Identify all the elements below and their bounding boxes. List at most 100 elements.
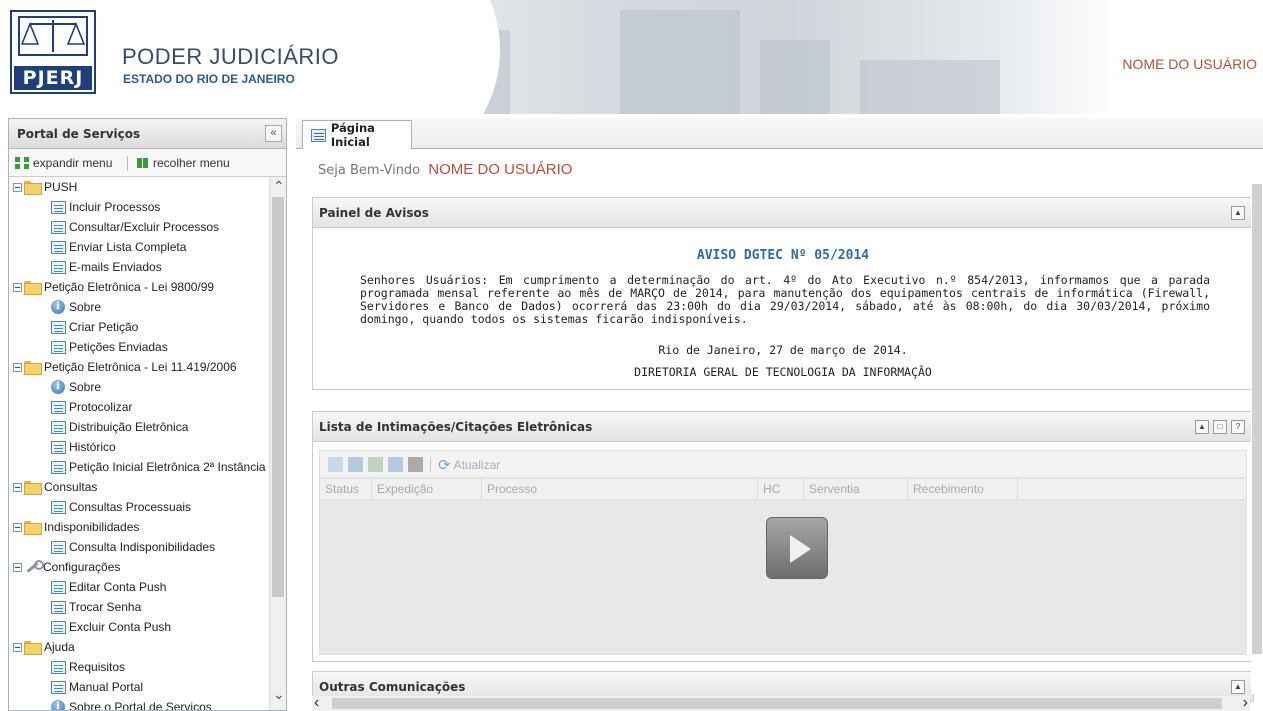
- tree-group[interactable]: Petição Eletrônica - Lei 11.419/2006: [13, 357, 237, 377]
- collapse-summons-button[interactable]: ▲: [1195, 420, 1209, 434]
- tree-item[interactable]: Histórico: [51, 437, 116, 457]
- folder-icon: [24, 361, 42, 375]
- folder-icon: [24, 641, 42, 655]
- maximize-summons-button[interactable]: □: [1213, 420, 1227, 434]
- folder-icon: [24, 481, 42, 495]
- collapse-node-icon[interactable]: [13, 562, 22, 572]
- column-expedicao[interactable]: Expedição: [372, 479, 482, 499]
- tree-item-label: Requisitos: [69, 660, 126, 674]
- tree-item[interactable]: Protocolizar: [51, 397, 132, 417]
- tree-item[interactable]: Trocar Senha: [51, 597, 141, 617]
- tree-item[interactable]: Petições Enviadas: [51, 337, 168, 357]
- tree-item-label: Petições Enviadas: [69, 340, 168, 354]
- collapse-notices-button[interactable]: ▲: [1231, 206, 1245, 220]
- column-processo[interactable]: Processo: [482, 479, 758, 499]
- tree-item[interactable]: i Sobre: [51, 377, 101, 397]
- horizontal-scrollbar-thumb[interactable]: [332, 698, 1222, 709]
- main-content: Página Inicial Seja Bem-Vindo NOME DO US…: [296, 118, 1263, 711]
- tab-home[interactable]: Página Inicial: [302, 120, 412, 149]
- tree-item[interactable]: Manual Portal: [51, 677, 143, 697]
- tree-scrollbar[interactable]: ⌃ ⌄: [269, 177, 286, 710]
- tree-item[interactable]: Excluir Conta Push: [51, 617, 171, 637]
- play-button-icon[interactable]: [766, 517, 828, 579]
- notice-place-date: Rio de Janeiro, 27 de março de 2014.: [658, 343, 908, 357]
- document-icon: [51, 200, 66, 214]
- notices-panel-header: Painel de Avisos ▲: [313, 198, 1253, 228]
- column-status[interactable]: Status: [320, 479, 372, 499]
- tree-item[interactable]: Consultar/Excluir Processos: [51, 217, 219, 237]
- tree-item[interactable]: Incluir Processos: [51, 197, 160, 217]
- collapse-panel-button[interactable]: «: [265, 125, 282, 142]
- tree-group[interactable]: Petição Eletrônica - Lei 9800/99: [13, 277, 214, 297]
- new-document-icon[interactable]: [328, 457, 343, 472]
- tree-item[interactable]: Requisitos: [51, 657, 125, 677]
- mail-check-icon[interactable]: [368, 457, 383, 472]
- horizontal-scrollbar[interactable]: ‹ ›: [312, 694, 1250, 711]
- toolbar-divider: [430, 457, 431, 472]
- user-name-link[interactable]: NOME DO USUÁRIO: [1122, 56, 1257, 72]
- collapse-node-icon[interactable]: [13, 642, 22, 652]
- open-book-icon[interactable]: [348, 457, 363, 472]
- scroll-up-arrow-icon[interactable]: ⌃: [273, 179, 285, 193]
- tree-item[interactable]: Consultas Processuais: [51, 497, 191, 517]
- collapse-other-communications-button[interactable]: ▲: [1231, 680, 1245, 694]
- pjerj-logo[interactable]: PJERJ: [10, 10, 96, 94]
- tree-item[interactable]: Editar Conta Push: [51, 577, 166, 597]
- page-icon: [311, 128, 326, 142]
- tree-group[interactable]: PUSH: [13, 177, 77, 197]
- tree-group[interactable]: Indisponibilidades: [13, 517, 139, 537]
- binoculars-icon[interactable]: [408, 457, 423, 472]
- collapse-node-icon[interactable]: [13, 482, 22, 492]
- expand-menu-label: expandir menu: [33, 156, 113, 170]
- tree-group[interactable]: Consultas: [13, 477, 97, 497]
- scroll-right-arrow-icon[interactable]: ›: [1243, 694, 1248, 711]
- tree-item[interactable]: i Sobre: [51, 297, 101, 317]
- tree-item[interactable]: Criar Petição: [51, 317, 138, 337]
- tree-item[interactable]: E-mails Enviados: [51, 257, 162, 277]
- tree-item[interactable]: Consulta Indisponibilidades: [51, 537, 215, 557]
- notice-signature: DIRETORIA GERAL DE TECNOLOGIA DA INFORMA…: [634, 365, 932, 379]
- scroll-left-arrow-icon[interactable]: ‹: [314, 694, 319, 711]
- collapse-node-icon[interactable]: [13, 282, 22, 292]
- document-icon: [51, 240, 66, 254]
- tree-item-label: Distribuição Eletrônica: [69, 420, 189, 434]
- column-serventia[interactable]: Serventia: [804, 479, 908, 499]
- document-icon: [51, 500, 66, 514]
- collapse-node-icon[interactable]: [13, 362, 22, 372]
- collapse-node-icon[interactable]: [13, 522, 22, 532]
- tree-item[interactable]: i Sobre o Portal de Serviços: [51, 697, 212, 711]
- expand-menu-button[interactable]: expandir menu: [15, 156, 112, 170]
- main-scrollbar[interactable]: [1251, 149, 1263, 694]
- tree-item-label: Indisponibilidades: [44, 520, 140, 534]
- folder-icon: [24, 181, 42, 195]
- edit-document-icon[interactable]: [388, 457, 403, 472]
- tree-item-label: Criar Petição: [69, 320, 139, 334]
- tree-item[interactable]: Enviar Lista Completa: [51, 237, 186, 257]
- tree-item-label: Sobre o Portal de Serviços: [69, 700, 212, 711]
- scrollbar-thumb[interactable]: [272, 197, 284, 597]
- tab-bar: Página Inicial: [296, 118, 1263, 149]
- tree-item-label: Consultar/Excluir Processos: [69, 220, 220, 234]
- collapse-menu-button[interactable]: recolher menu: [135, 156, 230, 170]
- tree-item-label: Enviar Lista Completa: [69, 240, 187, 254]
- summons-panel-header: Lista de Intimações/Citações Eletrônicas…: [313, 412, 1253, 442]
- tree-item[interactable]: Petição Inicial Eletrônica 2ª Instância: [51, 457, 266, 477]
- main-scrollbar-thumb[interactable]: [1252, 184, 1262, 654]
- help-summons-button[interactable]: ?: [1231, 420, 1245, 434]
- tree-item-label: Excluir Conta Push: [69, 620, 172, 634]
- tree-group[interactable]: Configurações: [13, 557, 120, 577]
- column-hc[interactable]: HC: [758, 479, 804, 499]
- tree-item[interactable]: Distribuição Eletrônica: [51, 417, 188, 437]
- scroll-down-arrow-icon[interactable]: ⌄: [273, 687, 285, 701]
- info-icon: i: [51, 380, 65, 394]
- tree-item-label: Manual Portal: [69, 680, 144, 694]
- info-icon: i: [51, 300, 65, 314]
- refresh-button[interactable]: ⟳ Atualizar: [438, 456, 500, 474]
- collapse-node-icon[interactable]: [13, 182, 22, 192]
- tree-toolbar: expandir menu recolher menu: [9, 149, 286, 177]
- other-communications-title: Outras Comunicações: [319, 680, 466, 694]
- tree-group[interactable]: Ajuda: [13, 637, 75, 657]
- document-icon: [51, 620, 66, 634]
- tree-item-label: Protocolizar: [69, 400, 133, 414]
- column-recebimento[interactable]: Recebimento: [908, 479, 1018, 499]
